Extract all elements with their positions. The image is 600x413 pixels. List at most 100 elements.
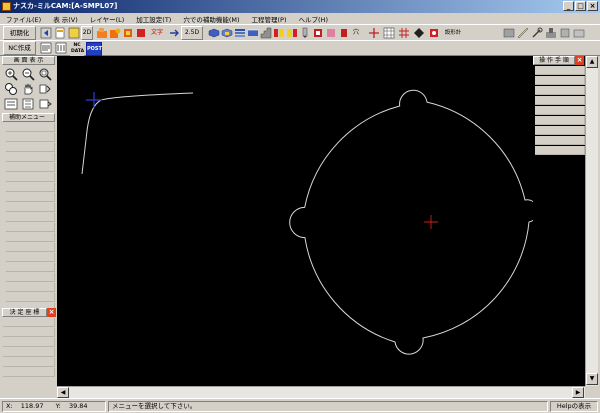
list-row[interactable] [535, 106, 585, 115]
list-row[interactable] [535, 146, 585, 155]
text-tool-icon[interactable] [135, 27, 147, 39]
nc-edit-icon[interactable] [40, 42, 52, 54]
pan-hand-icon[interactable] [21, 82, 35, 96]
pink-block-icon[interactable] [325, 27, 337, 39]
list-row[interactable] [6, 173, 55, 182]
list-row[interactable] [3, 328, 55, 337]
polyline-entity[interactable] [81, 92, 194, 175]
list-row[interactable] [535, 116, 585, 125]
drill-icon[interactable] [299, 27, 311, 39]
menu-machining[interactable]: 加工設定(T) [136, 14, 171, 24]
orange-tool-icon[interactable] [122, 27, 134, 39]
list-row[interactable] [6, 203, 55, 212]
grid-icon[interactable] [383, 27, 395, 39]
list-row[interactable] [535, 86, 585, 95]
book-icon[interactable] [503, 27, 515, 39]
vertical-scrollbar[interactable]: ▲ ▼ [585, 56, 598, 386]
hole-cut-icon[interactable] [428, 27, 440, 39]
list-row[interactable] [6, 273, 55, 282]
ruler-icon[interactable] [517, 27, 529, 39]
steps-icon[interactable] [260, 27, 272, 39]
list-row[interactable] [6, 123, 55, 132]
zoom-window-icon[interactable] [38, 67, 52, 81]
init-button[interactable]: 初期化 [3, 26, 36, 40]
diamond-icon[interactable] [413, 27, 425, 39]
cad-canvas[interactable] [57, 56, 533, 386]
calc-button[interactable]: 設形計算 [442, 26, 464, 48]
list-row[interactable] [3, 358, 55, 367]
menu-hole-assist[interactable]: 穴での補助機能(M) [183, 14, 239, 24]
blue-solid2-icon[interactable] [221, 27, 233, 39]
list-row[interactable] [6, 133, 55, 142]
list-row[interactable] [6, 283, 55, 292]
horizontal-scrollbar[interactable]: ◀ ▶ [57, 386, 585, 398]
scroll-down-icon[interactable]: ▼ [586, 373, 598, 385]
list-row[interactable] [6, 143, 55, 152]
minimize-button[interactable]: _ [563, 1, 574, 11]
draw-2d-icon[interactable] [68, 27, 80, 39]
menu-process[interactable]: 工程管理(P) [252, 14, 287, 24]
list-row[interactable] [6, 293, 55, 302]
blue-solid-icon[interactable] [208, 27, 220, 39]
help-button[interactable]: Helpの表示 [550, 401, 598, 412]
list-row[interactable] [6, 263, 55, 272]
list-row[interactable] [3, 348, 55, 357]
arrow-left-icon[interactable] [40, 27, 52, 39]
maximize-button[interactable]: □ [575, 1, 586, 11]
arrow-icon[interactable] [168, 27, 180, 39]
list-row[interactable] [6, 193, 55, 202]
list-row[interactable] [6, 253, 55, 262]
zoom-fit-icon[interactable] [4, 82, 18, 96]
stock-icon[interactable] [573, 27, 585, 39]
document-icon[interactable] [54, 27, 66, 39]
zoom-in-icon[interactable] [4, 67, 18, 81]
mode-2d-button[interactable]: 2D [81, 26, 93, 40]
red-yellow2-icon[interactable] [286, 27, 298, 39]
mode-25d-button[interactable]: 2.5D [181, 26, 203, 40]
nc-create-button[interactable]: NC作成 [3, 41, 36, 55]
blue-layers-icon[interactable] [234, 27, 246, 39]
scroll-up-icon[interactable]: ▲ [586, 56, 598, 68]
list-row[interactable] [6, 153, 55, 162]
menu-layer[interactable]: レイヤー(L) [90, 14, 125, 24]
orange-shape-icon[interactable] [96, 27, 108, 39]
coord-close-icon[interactable]: × [47, 308, 56, 317]
redraw-icon[interactable] [38, 82, 52, 96]
list-row[interactable] [6, 163, 55, 172]
regen-icon[interactable] [4, 97, 18, 111]
pipe-icon[interactable] [559, 27, 571, 39]
nc-data-button[interactable]: NC DATA [70, 42, 84, 56]
machine-icon[interactable] [545, 27, 557, 39]
hole-button[interactable]: 穴 [351, 26, 361, 40]
menu-file[interactable]: ファイル(E) [6, 14, 41, 24]
refresh-icon[interactable] [38, 97, 52, 111]
zoom-out-icon[interactable] [21, 67, 35, 81]
list-row[interactable] [3, 368, 55, 377]
steps-close-icon[interactable]: × [575, 56, 584, 65]
layers-icon[interactable] [21, 97, 35, 111]
list-row[interactable] [535, 126, 585, 135]
list-row[interactable] [3, 338, 55, 347]
list-row[interactable] [6, 213, 55, 222]
text-button[interactable]: 文字 [148, 26, 166, 40]
cross-arrows-icon[interactable] [368, 27, 380, 39]
orange-block-icon[interactable] [109, 27, 121, 39]
blue-stack-icon[interactable] [247, 27, 259, 39]
list-row[interactable] [6, 183, 55, 192]
list-row[interactable] [535, 76, 585, 85]
scroll-left-icon[interactable]: ◀ [57, 387, 69, 398]
list-row[interactable] [6, 243, 55, 252]
list-row[interactable] [6, 233, 55, 242]
list-row[interactable] [535, 66, 585, 75]
list-row[interactable] [6, 223, 55, 232]
list-row[interactable] [535, 136, 585, 145]
scroll-right-icon[interactable]: ▶ [572, 387, 584, 398]
list-row[interactable] [3, 318, 55, 327]
post-button[interactable]: POST [86, 42, 102, 56]
hash-grid-icon[interactable] [398, 27, 410, 39]
red-yellow-icon[interactable] [273, 27, 285, 39]
close-button[interactable]: × [587, 1, 598, 11]
menu-view[interactable]: 表 示(V) [53, 14, 78, 24]
hole-tool-icon[interactable] [338, 27, 350, 39]
nc-list-icon[interactable] [55, 42, 67, 54]
